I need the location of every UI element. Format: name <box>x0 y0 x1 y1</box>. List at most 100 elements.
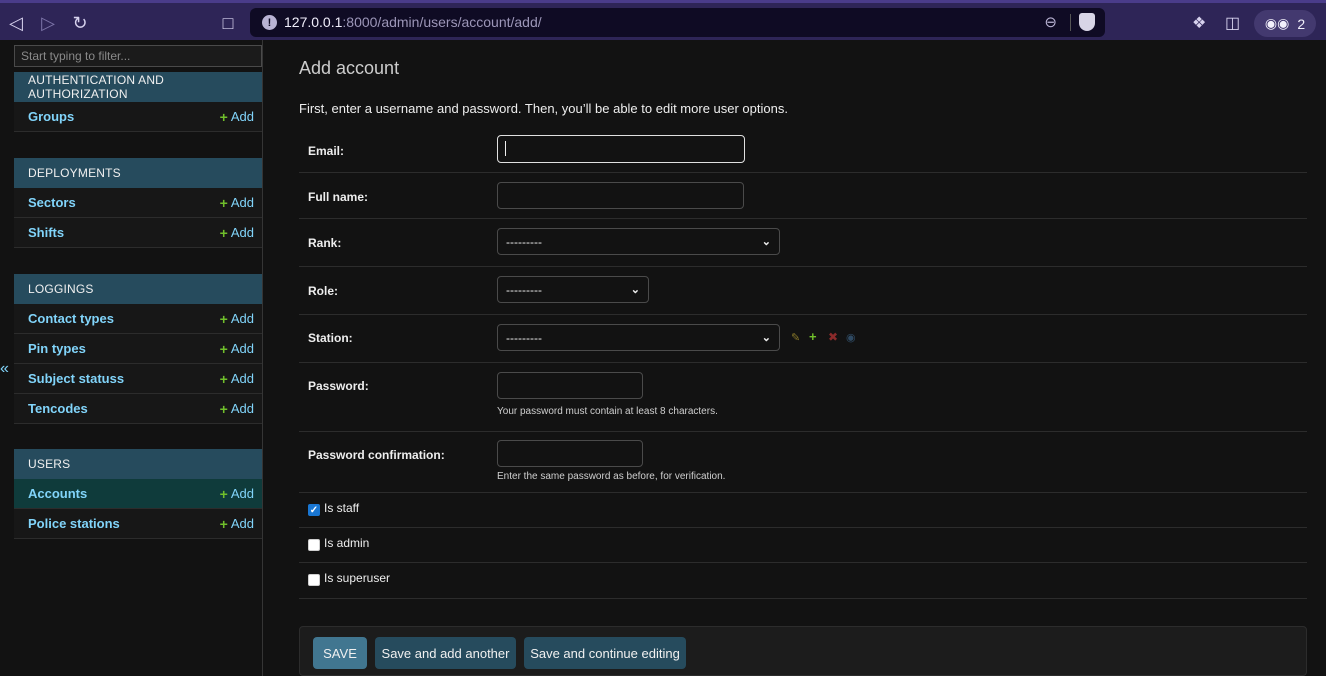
reload-icon[interactable]: ↻ <box>68 11 92 35</box>
email-label: Email: <box>308 144 345 158</box>
address-bar[interactable]: ! 127.0.0.1:8000/admin/users/account/add… <box>250 8 1105 37</box>
module-deployments: DEPLOYMENTS Sectors + Add Shifts + Add <box>14 158 262 248</box>
url-text[interactable]: 127.0.0.1:8000/admin/users/account/add/ <box>284 14 542 30</box>
role-row: Role: --------- ⌄ <box>299 267 1307 315</box>
module-caption[interactable]: USERS <box>14 449 262 479</box>
sidebar-toggle-icon[interactable]: ◫ <box>1225 13 1240 33</box>
is-staff-checkbox[interactable]: ✓ <box>308 504 320 516</box>
station-label: Station: <box>308 331 353 345</box>
add-contact-types-link[interactable]: + Add <box>220 311 254 327</box>
module-caption[interactable]: DEPLOYMENTS <box>14 158 262 188</box>
view-eye-icon[interactable]: ◉ <box>846 331 856 344</box>
save-and-add-another-button[interactable]: Save and add another <box>375 637 516 669</box>
sidebar-item-tencodes: Tencodes + Add <box>14 394 262 424</box>
rank-select[interactable]: --------- ⌄ <box>497 228 780 255</box>
sidebar-collapse-icon[interactable]: « <box>0 360 9 378</box>
bookmark-icon[interactable]: □ <box>216 11 240 35</box>
is-admin-row: Is admin <box>299 528 1307 563</box>
is-superuser-row: Is superuser <box>299 563 1307 599</box>
is-admin-label[interactable]: Is admin <box>324 536 369 550</box>
add-sectors-link[interactable]: + Add <box>220 195 254 211</box>
brave-shield-icon[interactable] <box>1079 13 1095 31</box>
chevron-down-icon: ⌄ <box>761 236 771 248</box>
edit-pencil-icon[interactable]: ✎ <box>791 331 800 344</box>
add-police-stations-link[interactable]: + Add <box>220 516 254 532</box>
full-name-label: Full name: <box>308 190 369 204</box>
email-field[interactable] <box>497 135 745 163</box>
add-label: Add <box>230 401 254 416</box>
zoom-icon[interactable]: ⊖ <box>1044 13 1057 31</box>
role-select[interactable]: --------- ⌄ <box>497 276 649 303</box>
model-link[interactable]: Groups <box>28 109 74 124</box>
add-label: Add <box>230 486 254 501</box>
add-subject-statuss-link[interactable]: + Add <box>220 371 254 387</box>
module-loggings: LOGGINGS Contact types + Add Pin types + A… <box>14 274 262 424</box>
station-select[interactable]: --------- ⌄ <box>497 324 780 351</box>
sidebar-item-shifts: Shifts + Add <box>14 218 262 248</box>
add-pin-types-link[interactable]: + Add <box>220 341 254 357</box>
add-label: Add <box>230 109 254 124</box>
plus-icon: + <box>219 224 228 241</box>
site-info-icon[interactable]: ! <box>262 15 277 30</box>
delete-related-icon[interactable]: ✖ <box>828 330 838 344</box>
email-row: Email: <box>299 128 1307 173</box>
plus-icon: + <box>219 515 228 532</box>
add-accounts-link[interactable]: + Add <box>220 486 254 502</box>
password-help-text: Your password must contain at least 8 ch… <box>497 406 718 417</box>
back-icon[interactable]: ◁ <box>4 11 28 35</box>
model-link[interactable]: Accounts <box>28 486 87 501</box>
nav-filter-input[interactable] <box>14 45 262 67</box>
password-row: Password: Your password must contain at … <box>299 363 1307 432</box>
station-row: Station: --------- ⌄ ✎ + ✖ ◉ <box>299 315 1307 363</box>
password-label: Password: <box>308 379 369 393</box>
model-link[interactable]: Shifts <box>28 225 64 240</box>
model-link[interactable]: Sectors <box>28 195 76 210</box>
url-host: 127.0.0.1 <box>284 14 343 30</box>
model-link[interactable]: Contact types <box>28 311 114 326</box>
add-shifts-link[interactable]: + Add <box>220 225 254 241</box>
module-caption[interactable]: AUTHENTICATION AND AUTHORIZATION <box>14 72 262 102</box>
plus-icon: + <box>219 485 228 502</box>
is-staff-label[interactable]: Is staff <box>324 501 359 515</box>
browser-toolbar: ◁ ▷ ↻ □ ! 127.0.0.1:8000/admin/users/acc… <box>0 0 1326 40</box>
password-field[interactable] <box>497 372 643 399</box>
forward-icon[interactable]: ▷ <box>36 11 60 35</box>
sidebar-item-police-stations: Police stations + Add <box>14 509 262 539</box>
save-and-continue-button[interactable]: Save and continue editing <box>524 637 686 669</box>
save-button[interactable]: SAVE <box>313 637 367 669</box>
module-auth: AUTHENTICATION AND AUTHORIZATION Groups … <box>14 72 262 132</box>
url-divider <box>1070 14 1071 31</box>
role-selected-value: --------- <box>506 282 542 297</box>
password-confirmation-help-text: Enter the same password as before, for v… <box>497 471 726 482</box>
full-name-field[interactable] <box>497 182 744 209</box>
role-label: Role: <box>308 284 338 298</box>
profile-count: 2 <box>1297 15 1306 32</box>
sidebar-item-pin-types: Pin types + Add <box>14 334 262 364</box>
password-confirmation-row: Password confirmation: Enter the same pa… <box>299 432 1307 493</box>
rank-row: Rank: --------- ⌄ <box>299 219 1307 267</box>
sidebar-item-contact-types: Contact types + Add <box>14 304 262 334</box>
add-related-icon[interactable]: + <box>809 329 817 344</box>
add-tencodes-link[interactable]: + Add <box>220 401 254 417</box>
add-label: Add <box>230 516 254 531</box>
add-label: Add <box>230 311 254 326</box>
model-link[interactable]: Police stations <box>28 516 120 531</box>
model-link[interactable]: Pin types <box>28 341 86 356</box>
add-groups-link[interactable]: + Add <box>220 109 254 125</box>
password-confirmation-label: Password confirmation: <box>308 448 445 462</box>
is-superuser-label[interactable]: Is superuser <box>324 571 390 585</box>
rank-selected-value: --------- <box>506 234 542 249</box>
module-caption[interactable]: LOGGINGS <box>14 274 262 304</box>
model-link[interactable]: Tencodes <box>28 401 88 416</box>
extensions-icon[interactable]: ❖ <box>1192 13 1206 33</box>
submit-row: SAVE Save and add another Save and conti… <box>299 626 1307 676</box>
text-caret <box>505 141 506 156</box>
add-label: Add <box>230 371 254 386</box>
chevron-down-icon: ⌄ <box>761 332 771 344</box>
is-admin-checkbox[interactable] <box>308 539 320 551</box>
is-superuser-checkbox[interactable] <box>308 574 320 586</box>
url-path: :8000/admin/users/account/add/ <box>342 14 542 30</box>
password-confirmation-field[interactable] <box>497 440 643 467</box>
private-profile-button[interactable]: ◉◉ 2 <box>1254 10 1316 37</box>
model-link[interactable]: Subject statuss <box>28 371 124 386</box>
